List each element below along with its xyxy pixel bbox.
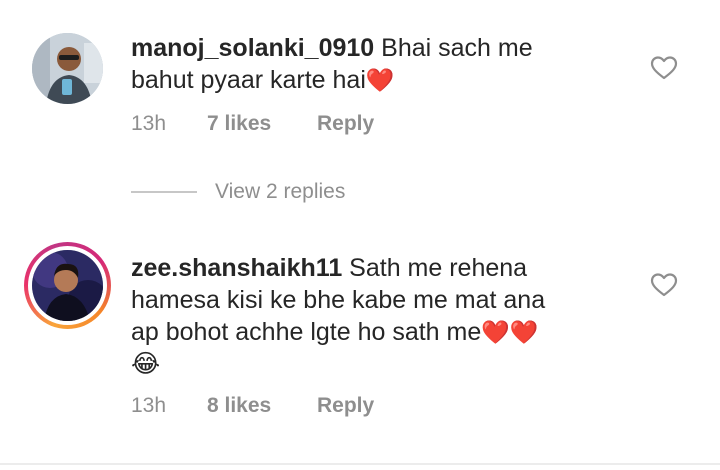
comment-body-line1: Bhai sach me [374, 34, 533, 62]
avatar[interactable] [32, 33, 103, 104]
comment-meta: 13h 7 likes Reply [131, 112, 374, 136]
like-button[interactable] [650, 55, 678, 81]
reply-button[interactable]: Reply [317, 394, 374, 418]
heart-emoji: ❤️❤️ [481, 319, 539, 345]
username[interactable]: manoj_solanki_0910 [131, 34, 374, 62]
comment-body-line2: hamesa kisi ke bhe kabe me mat ana [131, 286, 546, 314]
avatar[interactable] [32, 250, 103, 321]
timestamp: 13h [131, 112, 167, 135]
comment-text: manoj_solanki_0910 Bhai sach me bahut py… [131, 32, 611, 96]
comment-text: zee.shanshaikh11 Sath me rehena hamesa k… [131, 252, 611, 380]
comment-item: manoj_solanki_0910 Bhai sach me bahut py… [0, 0, 720, 170]
reply-button[interactable]: Reply [317, 112, 374, 136]
story-ring[interactable] [24, 242, 111, 329]
view-replies[interactable]: View 2 replies [131, 180, 345, 204]
comment-meta: 13h 8 likes Reply [131, 394, 374, 418]
divider [0, 463, 720, 465]
comment-item: zee.shanshaikh11 Sath me rehena hamesa k… [0, 230, 720, 430]
likes-count[interactable]: 7 likes [207, 112, 317, 136]
heart-outline-icon [650, 56, 678, 80]
heart-emoji: ❤️ [365, 67, 395, 93]
view-replies-label[interactable]: View 2 replies [215, 180, 345, 204]
laughing-emoji: 😂 [131, 350, 161, 378]
divider [131, 191, 197, 193]
username[interactable]: zee.shanshaikh11 [131, 254, 342, 282]
comment-body-line3: ap bohot achhe lgte ho sath me [131, 318, 482, 346]
heart-outline-icon [650, 273, 678, 297]
comment-body-line1: Sath me rehena [342, 254, 528, 282]
likes-count[interactable]: 8 likes [207, 394, 317, 418]
comment-body-line2: bahut pyaar karte hai [131, 66, 366, 94]
like-button[interactable] [650, 272, 678, 298]
timestamp: 13h [131, 394, 167, 417]
